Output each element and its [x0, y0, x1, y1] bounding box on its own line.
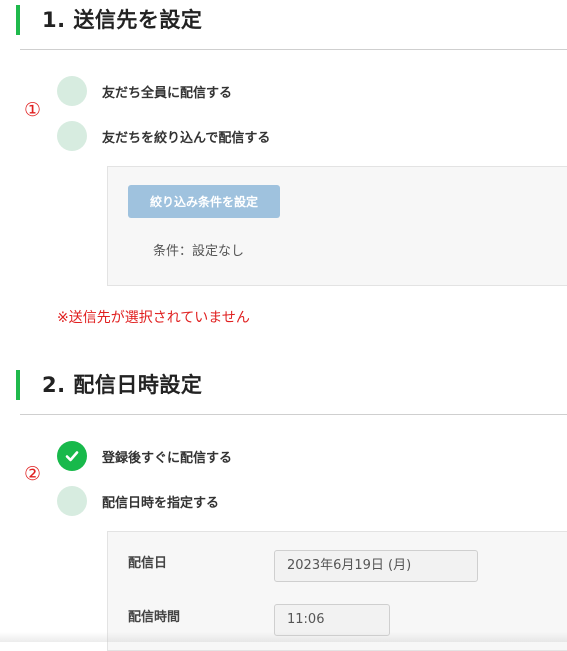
annotation-marker-1: ①: [24, 99, 42, 121]
divider: [20, 49, 567, 50]
radio-specify-datetime[interactable]: 配信日時を指定する: [57, 486, 219, 516]
radio-label: 友だち全員に配信する: [102, 85, 233, 101]
annotation-marker-2: ②: [24, 463, 42, 485]
radio-label: 登録後すぐに配信する: [102, 450, 233, 466]
filter-panel: 絞り込み条件を設定 条件：設定なし: [107, 166, 567, 286]
date-label: 配信日: [128, 556, 168, 571]
radio-send-immediately[interactable]: 登録後すぐに配信する: [57, 441, 232, 471]
time-label: 配信時間: [128, 610, 181, 625]
section-header-delivery-datetime: 2. 配信日時設定: [16, 370, 567, 415]
radio-label: 配信日時を指定する: [102, 495, 220, 511]
radio-filtered-friends[interactable]: 友だちを絞り込んで配信する: [57, 121, 270, 151]
radio-button[interactable]: [57, 486, 87, 516]
radio-all-friends[interactable]: 友だち全員に配信する: [57, 76, 232, 106]
scroll-shadow: [0, 632, 567, 642]
set-filter-button[interactable]: 絞り込み条件を設定: [128, 185, 280, 218]
divider: [20, 414, 567, 415]
radio-button[interactable]: [57, 121, 87, 151]
recipient-error-message: ※送信先が選択されていません: [57, 310, 250, 326]
section-header-recipients: 1. 送信先を設定: [16, 5, 567, 50]
condition-text: 条件：設定なし: [153, 244, 245, 259]
radio-button[interactable]: [57, 76, 87, 106]
date-field[interactable]: 2023年6月19日 (月): [274, 550, 478, 582]
radio-button-checked[interactable]: [57, 441, 87, 471]
checkmark-icon: [65, 451, 79, 462]
section-title: 2. 配信日時設定: [42, 373, 203, 397]
radio-label: 友だちを絞り込んで配信する: [102, 130, 271, 146]
section-title: 1. 送信先を設定: [42, 8, 203, 32]
